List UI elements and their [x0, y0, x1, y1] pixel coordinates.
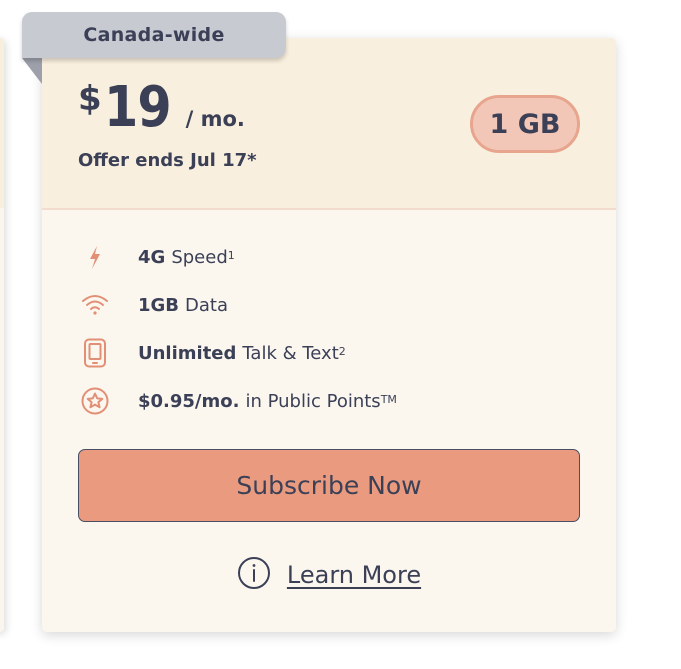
feature-points-text: in Public Points: [245, 390, 381, 412]
coverage-ribbon: Canada-wide: [22, 12, 286, 58]
subscribe-now-button[interactable]: Subscribe Now: [78, 449, 580, 522]
phone-icon: [78, 338, 114, 368]
feature-talk-text: Talk & Text: [242, 342, 339, 364]
feature-item-points: $0.95/mo. in Public Points TM: [78, 377, 588, 425]
learn-more-link[interactable]: Learn More: [42, 556, 616, 594]
feature-item-speed: 4G Speed 1: [78, 233, 588, 281]
ribbon-fold: [22, 58, 42, 84]
feature-data-text: Data: [185, 294, 229, 316]
star-icon: [78, 386, 114, 416]
feature-speed-footnote: 1: [227, 248, 235, 262]
data-amount-badge: 1 GB: [470, 95, 580, 153]
lightning-icon: [78, 242, 114, 272]
feature-points-bold: $0.95/mo.: [138, 390, 240, 412]
feature-item-data: 1GB Data: [78, 281, 588, 329]
plan-card-header: $ 19 / mo. Offer ends Jul 17* 1 GB: [42, 38, 616, 210]
feature-talk-footnote: 2: [338, 344, 346, 358]
learn-more-label: Learn More: [286, 561, 422, 589]
feature-speed-text: Speed: [171, 246, 228, 268]
previous-plan-card[interactable]: [0, 38, 4, 632]
feature-item-talk-text: Unlimited Talk & Text 2: [78, 329, 588, 377]
feature-talk-bold: Unlimited: [138, 342, 237, 364]
info-icon: [237, 556, 271, 594]
price-period: / mo.: [185, 107, 245, 131]
plan-carousel: $ 19 / mo. Offer ends Jul 17* 1 GB 4G Sp…: [0, 0, 681, 669]
price: $ 19 / mo.: [78, 78, 245, 138]
price-amount: 19: [103, 75, 172, 140]
feature-speed-bold: 4G: [138, 246, 166, 268]
price-currency: $: [78, 79, 102, 119]
feature-points-trademark: TM: [380, 392, 397, 406]
feature-data-bold: 1GB: [138, 294, 180, 316]
wifi-icon: [78, 290, 114, 320]
feature-list: 4G Speed 1 1GB Data Unlimited Talk & Tex…: [78, 233, 588, 425]
offer-end-text: Offer ends Jul 17*: [78, 150, 257, 171]
previous-plan-card-header: [0, 38, 4, 208]
plan-card: $ 19 / mo. Offer ends Jul 17* 1 GB 4G Sp…: [42, 38, 616, 632]
